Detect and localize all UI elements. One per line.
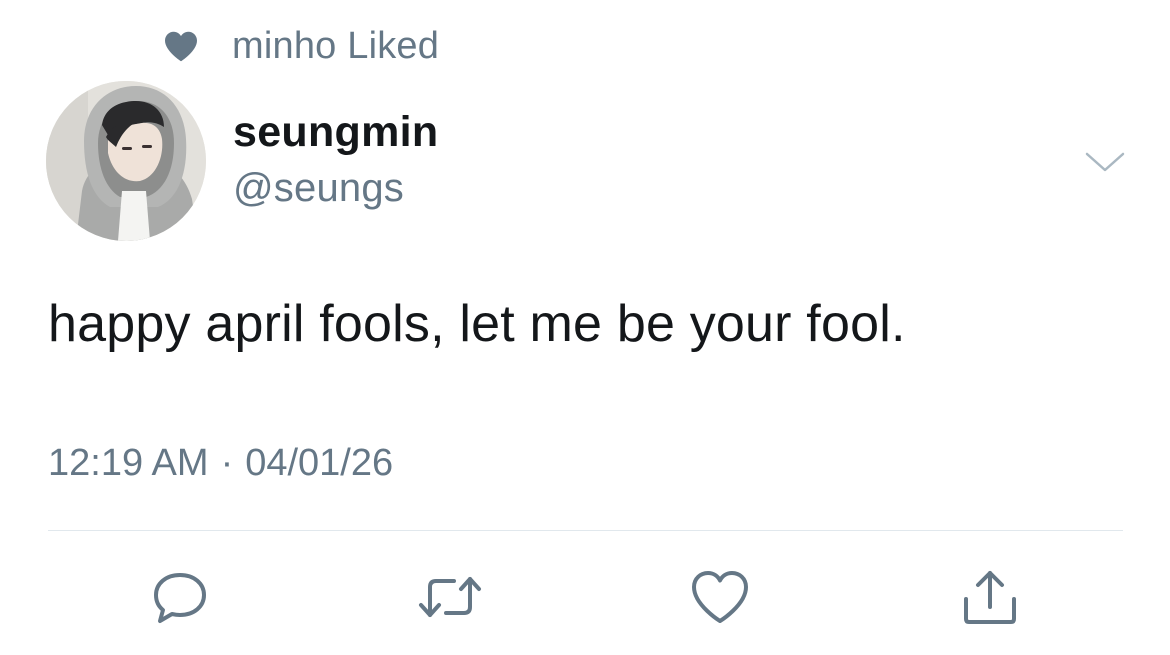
- heart-filled-icon: [163, 28, 199, 64]
- heart-outline-icon: [690, 569, 750, 625]
- reply-button[interactable]: [148, 565, 212, 629]
- tweet-date: 04/01/26: [245, 442, 394, 484]
- display-name[interactable]: seungmin: [233, 108, 438, 157]
- divider: [48, 530, 1123, 531]
- avatar[interactable]: [46, 81, 206, 241]
- retweet-button[interactable]: [418, 565, 482, 629]
- timestamp-separator: ·: [220, 442, 234, 484]
- tweet-timestamp[interactable]: 12:19 AM · 04/01/26: [48, 442, 393, 485]
- retweet-icon: [418, 567, 482, 627]
- share-button[interactable]: [958, 565, 1022, 629]
- like-button[interactable]: [688, 565, 752, 629]
- chevron-down-icon[interactable]: [1083, 146, 1127, 176]
- tweet-text: happy april fools, let me be your fool.: [48, 295, 906, 353]
- share-icon: [960, 567, 1020, 627]
- social-context[interactable]: minho Liked: [163, 24, 439, 68]
- user-handle[interactable]: @seungs: [233, 166, 404, 211]
- tweet-time: 12:19 AM: [48, 442, 209, 484]
- liked-by-label: minho Liked: [232, 24, 440, 67]
- comment-icon: [150, 567, 210, 627]
